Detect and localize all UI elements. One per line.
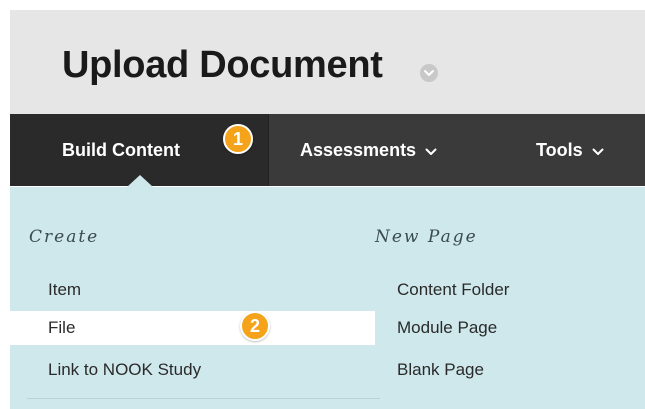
step-callout-2: 2 — [240, 311, 270, 341]
menu-item-module-page[interactable]: Module Page — [385, 311, 635, 345]
step-callout-1: 1 — [223, 124, 253, 154]
menu-item-label: File — [48, 318, 76, 337]
build-content-dropdown: Create New Page Item File Link to NOOK S… — [10, 187, 645, 409]
dropdown-pointer — [127, 175, 153, 187]
divider — [27, 398, 380, 399]
chevron-down-icon — [592, 140, 604, 161]
nav-bar: Build Content Assessments Tools — [10, 114, 645, 186]
menu-item-label: Module Page — [397, 318, 498, 337]
menu-item-content-folder[interactable]: Content Folder — [385, 273, 635, 307]
tab-divider — [268, 114, 269, 186]
title-bar: Upload Document — [10, 10, 645, 114]
menu-item-label: Blank Page — [397, 360, 484, 379]
menu-item-label: Link to NOOK Study — [48, 360, 202, 379]
section-heading-new-page: New Page — [375, 227, 478, 247]
menu-item-blank-page[interactable]: Blank Page — [385, 353, 635, 387]
tab-assessments[interactable]: Assessments — [300, 114, 437, 186]
tab-label: Build Content — [62, 139, 180, 160]
page-title: Upload Document — [62, 44, 383, 86]
tab-label: Assessments — [300, 139, 417, 160]
menu-item-item[interactable]: Item — [10, 273, 375, 307]
section-heading-create: Create — [29, 227, 100, 247]
chevron-down-circle-icon[interactable] — [420, 64, 438, 82]
menu-item-label: Item — [48, 280, 82, 299]
page: Upload Document Build Content Assessment… — [0, 0, 645, 409]
tab-tools[interactable]: Tools — [536, 114, 604, 186]
menu-item-link-to-nook-study[interactable]: Link to NOOK Study — [10, 353, 375, 387]
menu-item-label: Content Folder — [397, 280, 510, 299]
chevron-down-icon — [425, 140, 437, 161]
menu-item-file[interactable]: File — [10, 311, 375, 345]
tab-label: Tools — [536, 139, 583, 160]
